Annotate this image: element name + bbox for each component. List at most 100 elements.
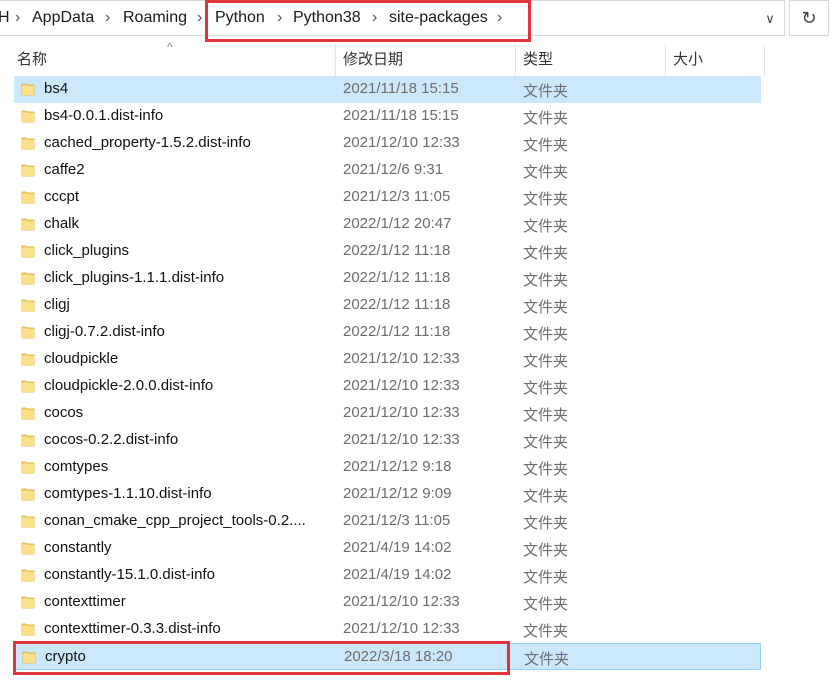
list-item[interactable]: cached_property-1.5.2.dist-info 2021/12/… xyxy=(14,130,761,157)
file-date: 2021/12/6 9:31 xyxy=(343,161,444,178)
file-date: 2021/11/18 15:15 xyxy=(343,80,459,97)
file-name: bs4 xyxy=(44,80,69,97)
file-name: cloudpickle-2.0.0.dist-info xyxy=(44,377,214,394)
list-item[interactable]: bs4-0.0.1.dist-info 2021/11/18 15:15 文件夹 xyxy=(14,103,761,130)
file-type: 文件夹 xyxy=(523,326,569,343)
list-item[interactable]: cloudpickle 2021/12/10 12:33 文件夹 xyxy=(14,346,761,373)
list-item[interactable]: click_plugins-1.1.1.dist-info 2022/1/12 … xyxy=(14,265,761,292)
file-date: 2021/12/12 9:09 xyxy=(343,485,452,502)
column-divider[interactable] xyxy=(764,44,765,76)
file-name: conan_cmake_cpp_project_tools-0.2.... xyxy=(44,512,306,529)
folder-icon xyxy=(21,488,35,501)
file-date: 2021/4/19 14:02 xyxy=(343,566,452,583)
file-name: constantly-15.1.0.dist-info xyxy=(44,566,215,583)
list-item[interactable]: caffe2 2021/12/6 9:31 文件夹 xyxy=(14,157,761,184)
column-header-date[interactable]: 修改日期 xyxy=(343,44,403,76)
address-history-dropdown-icon[interactable]: ∨ xyxy=(760,7,780,31)
file-name: comtypes-1.1.10.dist-info xyxy=(44,485,212,502)
address-bar[interactable]: H › AppData › Roaming › Python › Python3… xyxy=(0,0,837,36)
list-item[interactable]: chalk 2022/1/12 20:47 文件夹 xyxy=(14,211,761,238)
file-type: 文件夹 xyxy=(523,353,569,370)
breadcrumb-site-packages[interactable]: site-packages xyxy=(389,9,488,27)
list-item[interactable]: conan_cmake_cpp_project_tools-0.2.... 20… xyxy=(14,508,761,535)
file-type: 文件夹 xyxy=(523,515,569,532)
column-divider[interactable] xyxy=(515,44,516,76)
column-divider[interactable] xyxy=(665,44,666,76)
file-date: 2021/12/3 11:05 xyxy=(343,188,451,205)
file-type: 文件夹 xyxy=(523,407,569,424)
list-item[interactable]: cccpt 2021/12/3 11:05 文件夹 xyxy=(14,184,761,211)
list-item[interactable]: bs4 2021/11/18 15:15 文件夹 xyxy=(14,76,761,103)
folder-icon xyxy=(21,353,35,366)
file-date: 2022/1/12 11:18 xyxy=(343,296,451,313)
file-type: 文件夹 xyxy=(523,542,569,559)
file-type: 文件夹 xyxy=(523,461,569,478)
file-name: cloudpickle xyxy=(44,350,119,367)
list-item[interactable]: crypto 2022/3/18 18:20 文件夹 xyxy=(14,643,761,670)
list-item[interactable]: cocos-0.2.2.dist-info 2021/12/10 12:33 文… xyxy=(14,427,761,454)
file-name: cached_property-1.5.2.dist-info xyxy=(44,134,251,151)
file-name: click_plugins-1.1.1.dist-info xyxy=(44,269,225,286)
file-date: 2021/12/10 12:33 xyxy=(343,377,460,394)
file-type: 文件夹 xyxy=(523,569,569,586)
file-type: 文件夹 xyxy=(523,137,569,154)
file-date: 2022/3/18 18:20 xyxy=(344,648,453,665)
breadcrumb-roaming[interactable]: Roaming xyxy=(123,9,187,27)
folder-icon xyxy=(21,380,35,393)
breadcrumb-python38[interactable]: Python38 xyxy=(293,9,361,27)
file-name: click_plugins xyxy=(44,242,130,259)
list-item[interactable]: comtypes-1.1.10.dist-info 2021/12/12 9:0… xyxy=(14,481,761,508)
breadcrumb-separator-icon[interactable]: › xyxy=(277,9,282,27)
list-item[interactable]: click_plugins 2022/1/12 11:18 文件夹 xyxy=(14,238,761,265)
breadcrumb-separator-icon[interactable]: › xyxy=(197,9,202,27)
list-item[interactable]: constantly-15.1.0.dist-info 2021/4/19 14… xyxy=(14,562,761,589)
list-item[interactable]: cocos 2021/12/10 12:33 文件夹 xyxy=(14,400,761,427)
refresh-button[interactable]: ↻ xyxy=(789,0,829,36)
folder-icon xyxy=(21,407,35,420)
file-type: 文件夹 xyxy=(523,191,569,208)
file-date: 2021/12/10 12:33 xyxy=(343,350,460,367)
breadcrumb-separator-icon[interactable]: › xyxy=(15,9,20,27)
file-name: cccpt xyxy=(44,188,80,205)
folder-icon xyxy=(21,461,35,474)
file-type: 文件夹 xyxy=(523,380,569,397)
file-date: 2021/12/3 11:05 xyxy=(343,512,451,529)
file-type: 文件夹 xyxy=(523,272,569,289)
breadcrumb-appdata[interactable]: AppData xyxy=(32,9,94,27)
file-name: contexttimer xyxy=(44,593,126,610)
file-type: 文件夹 xyxy=(523,434,569,451)
file-date: 2022/1/12 11:18 xyxy=(343,269,451,286)
breadcrumb-separator-icon[interactable]: › xyxy=(372,9,377,27)
file-name: cocos xyxy=(44,404,84,421)
list-item[interactable]: contexttimer-0.3.3.dist-info 2021/12/10 … xyxy=(14,616,761,643)
folder-icon xyxy=(21,245,35,258)
column-header-name[interactable]: 名称 xyxy=(17,44,47,76)
list-item[interactable]: cligj-0.7.2.dist-info 2022/1/12 11:18 文件… xyxy=(14,319,761,346)
file-date: 2021/12/10 12:33 xyxy=(343,593,460,610)
file-name: cligj-0.7.2.dist-info xyxy=(44,323,165,340)
folder-icon xyxy=(21,299,35,312)
file-date: 2022/1/12 11:18 xyxy=(343,242,451,259)
list-item[interactable]: cloudpickle-2.0.0.dist-info 2021/12/10 1… xyxy=(14,373,761,400)
file-type: 文件夹 xyxy=(523,245,569,262)
breadcrumb-truncated[interactable]: H xyxy=(0,9,10,27)
breadcrumb-separator-icon[interactable]: › xyxy=(105,9,110,27)
address-box[interactable]: H › AppData › Roaming › Python › Python3… xyxy=(0,0,785,36)
file-type: 文件夹 xyxy=(523,623,569,640)
column-header-type[interactable]: 类型 xyxy=(523,44,553,76)
column-divider[interactable] xyxy=(335,44,336,76)
file-name: constantly xyxy=(44,539,112,556)
file-type: 文件夹 xyxy=(523,110,569,127)
breadcrumb-python[interactable]: Python xyxy=(215,9,265,27)
breadcrumb-separator-icon[interactable]: › xyxy=(497,9,502,27)
folder-icon xyxy=(21,434,35,447)
folder-icon xyxy=(21,569,35,582)
file-name: crypto xyxy=(45,648,86,665)
list-item[interactable]: contexttimer 2021/12/10 12:33 文件夹 xyxy=(14,589,761,616)
folder-icon xyxy=(21,596,35,609)
list-item[interactable]: constantly 2021/4/19 14:02 文件夹 xyxy=(14,535,761,562)
file-date: 2021/12/10 12:33 xyxy=(343,431,460,448)
list-item[interactable]: comtypes 2021/12/12 9:18 文件夹 xyxy=(14,454,761,481)
column-header-size[interactable]: 大小 xyxy=(673,44,703,76)
list-item[interactable]: cligj 2022/1/12 11:18 文件夹 xyxy=(14,292,761,319)
